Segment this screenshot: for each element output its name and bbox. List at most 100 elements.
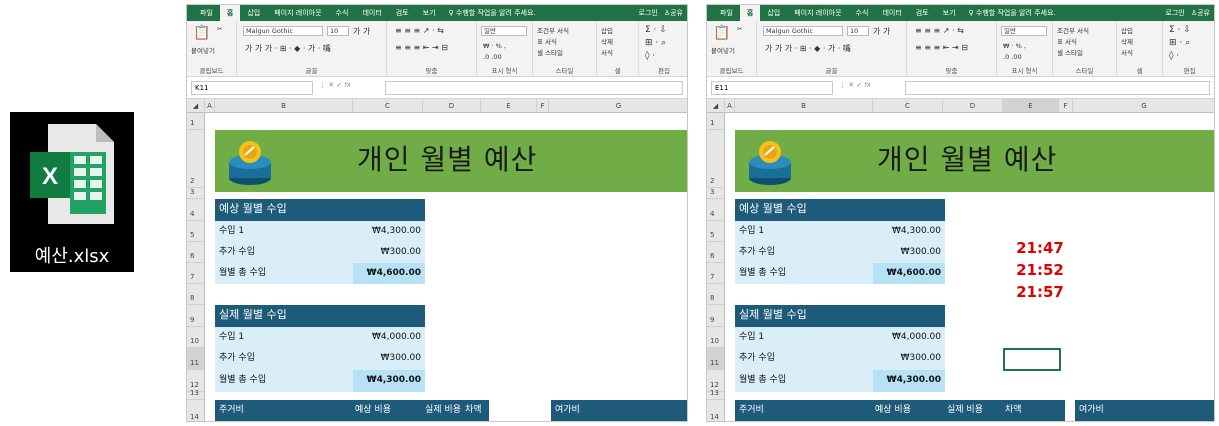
excel-file-icon[interactable]: X 예산.xlsx	[10, 112, 134, 272]
tab-file[interactable]: 파일	[193, 5, 220, 21]
paste-icon[interactable]: 📋	[193, 25, 210, 41]
paste-icon[interactable]: 📋	[713, 25, 730, 41]
paste-button[interactable]: 붙여넣기	[711, 45, 735, 55]
name-box[interactable]: E11	[711, 81, 833, 95]
share-button[interactable]: ♙공유	[1191, 8, 1210, 18]
row-header[interactable]: 1	[187, 113, 205, 130]
decimal-icons[interactable]: .0 .00	[1003, 53, 1022, 61]
row-header[interactable]: 9	[707, 305, 725, 327]
find-icon[interactable]: ⊞ · ⌕	[645, 38, 666, 48]
tab-page-layout[interactable]: 페이지 레이아웃	[787, 5, 848, 21]
row-header[interactable]: 14	[187, 400, 205, 421]
login-link[interactable]: 로그인	[1166, 8, 1185, 18]
font-size-select[interactable]: 10	[327, 26, 349, 36]
formula-input[interactable]	[905, 81, 1210, 95]
selected-cell-e11[interactable]	[1003, 348, 1061, 371]
bold-italic-underline-icons[interactable]: 가 가 가 · ⊞ · ◆ · 가 · 嘴	[245, 43, 331, 54]
font-name-select[interactable]: Malgun Gothic	[243, 26, 323, 36]
cell-style-button[interactable]: 셀 스타일	[1057, 47, 1083, 57]
tab-data[interactable]: 데이터	[355, 5, 388, 21]
formula-bar-icons[interactable]: ⋮ ✕ ✓ 𝑓x	[839, 81, 871, 90]
formula-bar-icons[interactable]: ⋮ ✕ ✓ 𝑓x	[319, 81, 351, 90]
tab-view[interactable]: 보기	[416, 5, 443, 21]
col-header-g[interactable]: G	[549, 99, 687, 113]
row-header[interactable]: 3	[187, 188, 205, 199]
login-link[interactable]: 로그인	[639, 8, 658, 18]
autosum-icon[interactable]: Σ · ⇩	[645, 25, 667, 35]
row-header[interactable]: 11	[187, 348, 205, 370]
row-header[interactable]: 1	[707, 113, 725, 130]
tab-formulas[interactable]: 수식	[329, 5, 356, 21]
font-name-select[interactable]: Malgun Gothic	[763, 26, 843, 36]
tab-page-layout[interactable]: 페이지 레이아웃	[267, 5, 328, 21]
format-cells-button[interactable]: 서식	[601, 47, 613, 57]
tab-view[interactable]: 보기	[936, 5, 963, 21]
clear-icon[interactable]: ◊ ·	[645, 51, 655, 61]
tell-me-input[interactable]: ♀ 수행할 작업을 알려 주세요.	[443, 8, 536, 18]
cut-icon[interactable]: ✂	[217, 25, 222, 33]
table-format-button[interactable]: 표 서식	[1057, 36, 1077, 46]
row-header[interactable]: 2	[187, 130, 205, 188]
col-header-b[interactable]: B	[735, 99, 873, 113]
delete-cells-button[interactable]: 삭제	[1121, 36, 1133, 46]
col-header-e[interactable]: E	[1003, 99, 1059, 113]
row-header[interactable]: 7	[707, 263, 725, 284]
paste-button[interactable]: 붙여넣기	[191, 45, 215, 55]
col-header-a[interactable]: A	[725, 99, 735, 113]
row-header[interactable]: 10	[187, 327, 205, 348]
currency-percent-icons[interactable]: ₩ · % ,	[483, 42, 506, 50]
row-header[interactable]: 6	[187, 242, 205, 263]
cut-icon[interactable]: ✂	[737, 25, 742, 33]
cell-style-button[interactable]: 셀 스타일	[537, 47, 563, 57]
conditional-format-button[interactable]: 조건부 서식	[1057, 25, 1089, 35]
tab-home[interactable]: 홈	[219, 5, 241, 21]
select-all-corner[interactable]: ◢	[707, 99, 725, 113]
tab-insert[interactable]: 삽입	[240, 5, 267, 21]
col-header-f[interactable]: F	[1059, 99, 1073, 113]
row-header[interactable]: 8	[707, 284, 725, 305]
col-header-d[interactable]: D	[423, 99, 481, 113]
row-header[interactable]: 13	[187, 389, 205, 400]
number-format-select[interactable]: 일반	[1001, 26, 1047, 36]
tell-me-input[interactable]: ♀ 수행할 작업을 알려 주세요.	[963, 8, 1056, 18]
bold-italic-underline-icons[interactable]: 가 가 가 · ⊞ · ◆ · 가 · 嘴	[765, 43, 851, 54]
row-header[interactable]: 13	[707, 389, 725, 400]
align-icons[interactable]: ≡ ≡ ≡ ↗ · ⇆	[915, 26, 964, 35]
currency-percent-icons[interactable]: ₩ · % ,	[1003, 42, 1026, 50]
find-icon[interactable]: ⊞ · ⌕	[1169, 38, 1190, 48]
row-header[interactable]: 6	[707, 242, 725, 263]
col-header-b[interactable]: B	[215, 99, 353, 113]
worksheet-grid[interactable]: ◢ A B C D E F G 1 2 3 4 5 6 7 8 9 10 11 …	[707, 99, 1214, 421]
decimal-icons[interactable]: .0 .00	[483, 53, 502, 61]
row-header[interactable]: 9	[187, 305, 205, 327]
row-header[interactable]: 5	[187, 221, 205, 242]
grow-font-icon[interactable]: 가 가	[873, 26, 890, 37]
grow-font-icon[interactable]: 가 가	[353, 26, 370, 37]
tab-formulas[interactable]: 수식	[849, 5, 876, 21]
clear-icon[interactable]: ◊ ·	[1169, 51, 1179, 61]
tab-review[interactable]: 검토	[389, 5, 416, 21]
align-horizontal-icons[interactable]: ≡ ≡ ≡ ⇤ ⇥ ⊟	[395, 43, 448, 52]
row-header[interactable]: 4	[707, 199, 725, 221]
insert-cells-button[interactable]: 삽입	[601, 25, 613, 35]
row-header[interactable]: 5	[707, 221, 725, 242]
font-size-select[interactable]: 10	[847, 26, 869, 36]
row-header[interactable]: 10	[707, 327, 725, 348]
format-cells-button[interactable]: 서식	[1121, 47, 1133, 57]
tab-file[interactable]: 파일	[713, 5, 740, 21]
formula-input[interactable]	[385, 81, 683, 95]
name-box[interactable]: K11	[191, 81, 313, 95]
tab-home[interactable]: 홈	[739, 5, 761, 21]
row-header[interactable]: 8	[187, 284, 205, 305]
table-format-button[interactable]: 표 서식	[537, 36, 557, 46]
delete-cells-button[interactable]: 삭제	[601, 36, 613, 46]
row-header[interactable]: 2	[707, 130, 725, 188]
row-header[interactable]: 3	[707, 188, 725, 199]
tab-review[interactable]: 검토	[909, 5, 936, 21]
col-header-c[interactable]: C	[873, 99, 943, 113]
worksheet-grid[interactable]: ◢ A B C D E F G 1 2 3 4 5 6 7 8 9 10 11 …	[187, 99, 687, 421]
tab-insert[interactable]: 삽입	[760, 5, 787, 21]
insert-cells-button[interactable]: 삽입	[1121, 25, 1133, 35]
col-header-a[interactable]: A	[205, 99, 215, 113]
col-header-e[interactable]: E	[481, 99, 537, 113]
